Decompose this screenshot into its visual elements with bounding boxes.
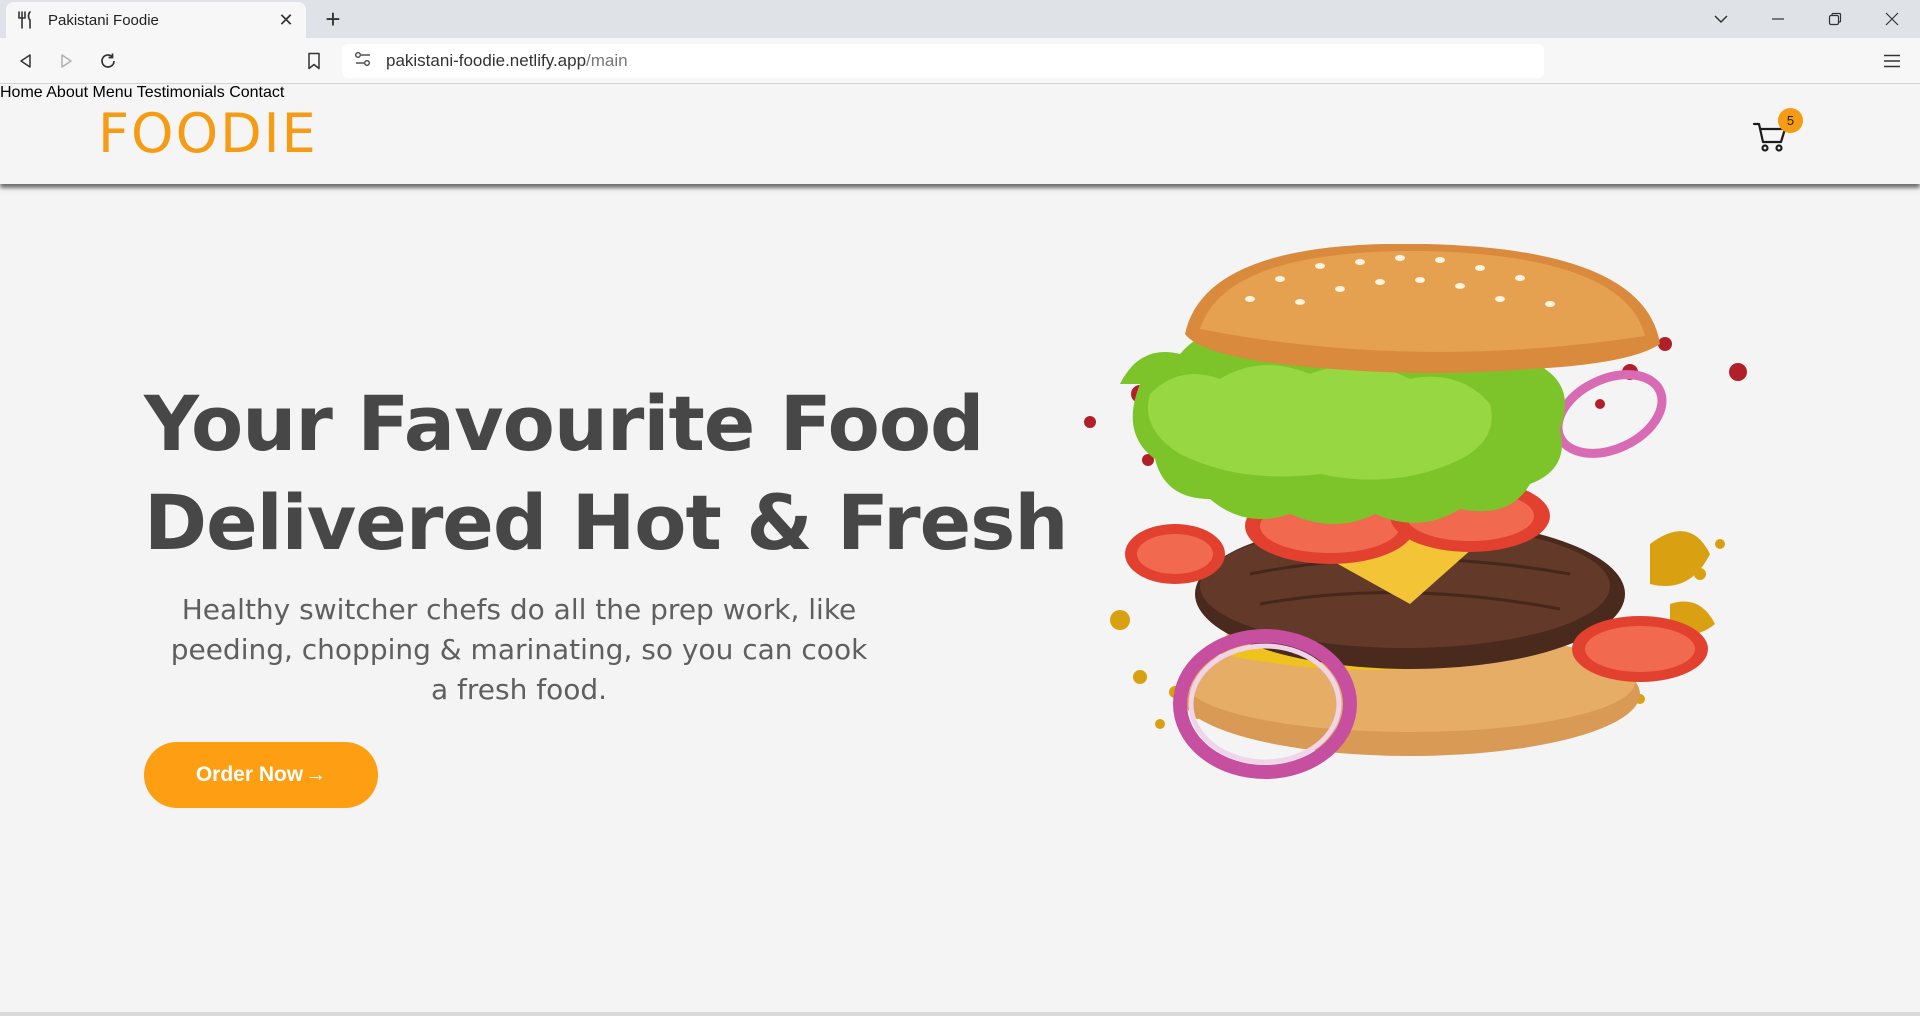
logo[interactable]: FOODIE: [98, 102, 318, 165]
page-bottom-edge: [0, 1012, 1920, 1016]
window-controls: [1692, 0, 1920, 38]
site-header: FOODIE Home About Menu Testimonials Cont…: [0, 84, 1920, 184]
restore-icon[interactable]: [1806, 0, 1863, 38]
hero-title-line-2: Delivered Hot & Fresh: [144, 478, 1068, 567]
nav-menu[interactable]: Menu: [93, 84, 133, 101]
arrow-right-icon: →: [305, 763, 327, 786]
browser-tab[interactable]: Pakistani Foodie ✕: [6, 2, 306, 38]
order-now-label: Order Now: [195, 763, 304, 786]
burger-image: [1084, 244, 1747, 779]
reload-icon[interactable]: [96, 49, 120, 73]
hero-title: Your Favourite Food Delivered Hot & Fres…: [144, 374, 1068, 572]
fork-knife-icon: [16, 11, 34, 29]
nav-home[interactable]: Home: [0, 84, 43, 101]
url-path: /main: [586, 51, 628, 70]
main-nav: Home About Menu Testimonials Contact: [0, 84, 1920, 102]
back-icon[interactable]: [14, 49, 38, 73]
menu-icon[interactable]: [1880, 49, 1904, 73]
order-now-button[interactable]: Order Now →: [144, 742, 378, 808]
close-icon[interactable]: ✕: [276, 10, 296, 31]
chevron-down-icon[interactable]: [1692, 0, 1749, 38]
forward-icon[interactable]: [54, 49, 78, 73]
address-bar[interactable]: pakistani-foodie.netlify.app/main: [342, 44, 1544, 78]
nav-about[interactable]: About: [46, 84, 88, 101]
nav-contact[interactable]: Contact: [229, 84, 284, 101]
hero-subtitle: Healthy switcher chefs do all the prep w…: [170, 593, 868, 706]
url-text: pakistani-foodie.netlify.app/main: [386, 51, 628, 71]
tab-title: Pakistani Foodie: [48, 11, 159, 29]
plus-icon[interactable]: +: [318, 4, 348, 34]
close-window-icon[interactable]: [1863, 0, 1920, 38]
minimize-icon[interactable]: [1749, 0, 1806, 38]
site-settings-icon[interactable]: [354, 51, 372, 72]
hero-section: Your Favourite Food Delivered Hot & Fres…: [0, 184, 1920, 1016]
hero-title-line-1: Your Favourite Food: [144, 379, 984, 468]
url-host: pakistani-foodie.netlify.app: [386, 51, 587, 70]
browser-toolbar: pakistani-foodie.netlify.app/main: [0, 38, 1920, 84]
tab-strip: Pakistani Foodie ✕ +: [0, 0, 1920, 38]
bookmark-icon[interactable]: [302, 49, 326, 73]
nav-testimonials[interactable]: Testimonials: [137, 84, 225, 101]
cart-count-badge: 5: [1778, 108, 1803, 133]
